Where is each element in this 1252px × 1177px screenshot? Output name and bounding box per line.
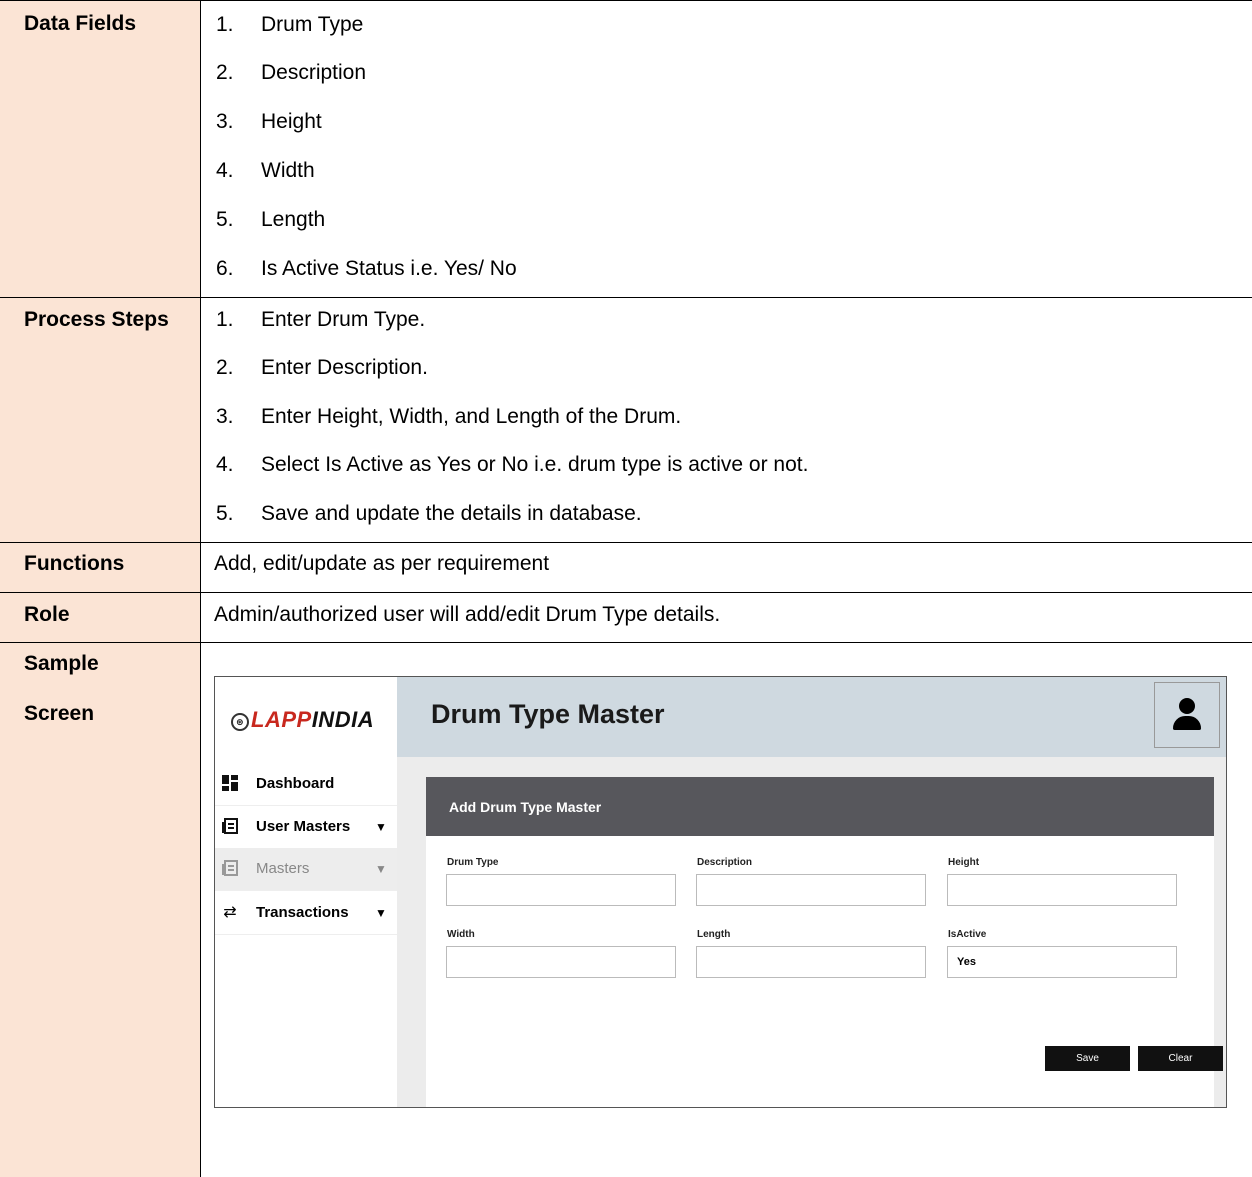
process-steps-label: Process Steps — [24, 308, 169, 331]
dashboard-icon — [221, 775, 239, 793]
transfer-icon: ⇄ — [223, 904, 237, 921]
data-field-item: 5. Length — [216, 208, 326, 231]
process-step-item: 2. Enter Description. — [216, 356, 428, 379]
sample-label: Sample — [24, 652, 99, 675]
height-input[interactable] — [947, 874, 1177, 906]
description-label: Description — [697, 857, 753, 868]
role-text: Admin/authorized user will add/edit Drum… — [214, 603, 721, 626]
main-content: Add Drum Type Master Drum Type Descripti… — [397, 757, 1226, 1107]
screen-label: Screen — [24, 702, 95, 725]
process-step-item: 5. Save and update the details in databas… — [216, 502, 642, 525]
height-label: Height — [948, 857, 980, 868]
process-step-item: 4. Select Is Active as Yes or No i.e. dru… — [216, 453, 809, 476]
data-field-item: 6. Is Active Status i.e. Yes/ No — [216, 257, 517, 280]
drum-type-input[interactable] — [446, 874, 676, 906]
requirements-table: Data Fields 1. Drum Type 2. Description 3.… — [0, 0, 1252, 1177]
sidebar-item-label: Masters — [256, 860, 310, 877]
row-divider — [0, 542, 1252, 543]
chevron-down-icon: ▼ — [375, 820, 387, 834]
panel-header: Add Drum Type Master — [426, 777, 1214, 836]
functions-label: Functions — [24, 552, 125, 575]
user-profile-button[interactable] — [1154, 682, 1220, 748]
list-icon — [221, 860, 239, 878]
data-field-item: 4. Width — [216, 159, 315, 182]
sidebar-item-transactions[interactable]: ⇄ Transactions ▼ — [215, 892, 397, 935]
width-input[interactable] — [446, 946, 676, 978]
list-icon — [221, 818, 239, 836]
is-active-label: IsActive — [948, 929, 987, 940]
row-divider — [0, 642, 1252, 643]
data-field-item: 3. Height — [216, 110, 322, 133]
column-divider — [200, 0, 201, 1177]
length-input[interactable] — [696, 946, 926, 978]
width-label: Width — [447, 929, 475, 940]
chevron-down-icon: ▼ — [375, 906, 387, 920]
sidebar-item-label: Transactions — [256, 904, 349, 921]
process-step-item: 1. Enter Drum Type. — [216, 308, 426, 331]
page-title: Drum Type Master — [431, 699, 665, 729]
description-input[interactable] — [696, 874, 926, 906]
app-header: Drum Type Master — [397, 677, 1226, 757]
role-label: Role — [24, 603, 70, 626]
data-fields-label: Data Fields — [24, 12, 137, 35]
functions-text: Add, edit/update as per requirement — [214, 552, 550, 575]
label-column — [0, 0, 200, 1177]
data-field-item: 1. Drum Type — [216, 13, 364, 36]
logo-area: ⊛ LAPPINDIA — [215, 677, 397, 757]
save-button[interactable]: Save — [1045, 1046, 1130, 1071]
drum-type-label: Drum Type — [447, 857, 499, 868]
row-divider — [0, 297, 1252, 298]
lapp-india-logo[interactable]: ⊛ LAPPINDIA — [231, 707, 374, 733]
sample-screen: ⊛LAPPINDIA Drum Type Master Dashboard U — [214, 676, 1227, 1108]
clear-button[interactable]: Clear — [1138, 1046, 1223, 1071]
is-active-select[interactable]: Yes — [947, 946, 1177, 978]
sidebar-item-label: Dashboard — [256, 775, 335, 792]
process-step-item: 3. Enter Height, Width, and Length of the… — [216, 405, 682, 428]
sidebar-item-dashboard[interactable]: Dashboard — [215, 763, 397, 806]
row-divider — [0, 592, 1252, 593]
chevron-down-icon: ▼ — [375, 862, 387, 876]
sidebar: Dashboard User Masters ▼ Masters ▼ ⇄ Tra… — [215, 757, 397, 1107]
sidebar-item-user-masters[interactable]: User Masters ▼ — [215, 806, 397, 849]
length-label: Length — [697, 929, 731, 940]
row-divider — [0, 0, 1252, 1]
user-icon — [1179, 698, 1195, 714]
sidebar-item-label: User Masters — [256, 818, 351, 835]
sidebar-item-masters[interactable]: Masters ▼ — [215, 848, 397, 891]
panel-title: Add Drum Type Master — [449, 799, 602, 815]
data-field-item: 2. Description — [216, 61, 367, 84]
logo-emblem-icon: ⊛ — [231, 713, 249, 731]
